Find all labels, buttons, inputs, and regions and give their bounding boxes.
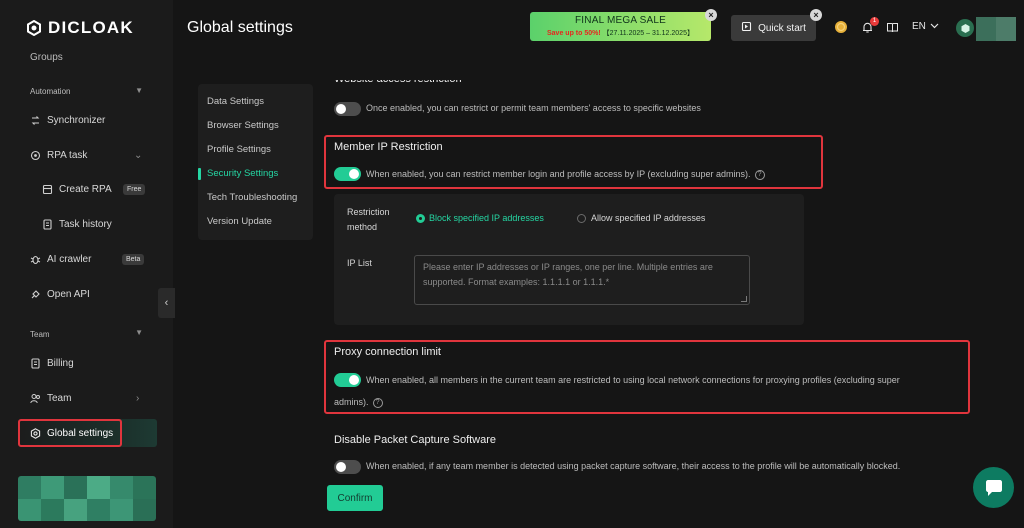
highlight-global-settings bbox=[18, 419, 122, 447]
quick-start-icon bbox=[741, 21, 752, 35]
coin-icon[interactable] bbox=[834, 20, 848, 34]
sidebar-item-label: Create RPA bbox=[59, 183, 112, 195]
sidebar: DICLOAK Groups Automation ▼ Synchronizer… bbox=[0, 0, 173, 528]
logo[interactable]: DICLOAK bbox=[26, 18, 134, 38]
website-restriction-toggle[interactable] bbox=[334, 102, 361, 116]
sidebar-item-team[interactable]: Team bbox=[30, 389, 71, 407]
nav-browser-settings[interactable]: Browser Settings bbox=[207, 120, 279, 131]
sale-title: FINAL MEGA SALE bbox=[575, 15, 666, 26]
collapse-sidebar-button[interactable]: ‹ bbox=[158, 288, 175, 318]
packet-capture-description: When enabled, if any team member is dete… bbox=[366, 461, 901, 471]
logo-icon bbox=[27, 20, 41, 36]
radio-block-ip-label[interactable]: Block specified IP addresses bbox=[429, 213, 544, 223]
collapse-team-icon[interactable]: ▼ bbox=[135, 328, 143, 337]
sidebar-item-label: Team bbox=[47, 392, 72, 404]
sidebar-item-label: Billing bbox=[47, 357, 74, 369]
sidebar-item-label: Open API bbox=[47, 288, 90, 300]
highlight-member-ip bbox=[324, 135, 823, 189]
settings-nav: Data Settings Browser Settings Profile S… bbox=[198, 84, 313, 240]
quick-start-label: Quick start bbox=[758, 22, 806, 34]
radio-allow-ip[interactable] bbox=[577, 214, 586, 223]
quick-start-button[interactable]: Quick start bbox=[731, 15, 816, 41]
free-badge: Free bbox=[123, 184, 146, 195]
restriction-method-label-line2: method bbox=[347, 222, 378, 232]
avatar[interactable] bbox=[956, 19, 974, 37]
beta-badge: Beta bbox=[122, 254, 145, 265]
rpa-icon bbox=[30, 150, 41, 161]
nav-security-settings[interactable]: Security Settings bbox=[207, 168, 278, 179]
confirm-button[interactable]: Confirm bbox=[327, 485, 383, 511]
highlight-proxy-limit bbox=[324, 340, 970, 414]
sidebar-item-groups[interactable]: Groups bbox=[30, 48, 63, 66]
ip-list-textarea[interactable]: Please enter IP addresses or IP ranges, … bbox=[414, 255, 750, 305]
packet-capture-title: Disable Packet Capture Software bbox=[334, 434, 497, 446]
sale-highlight: Save up to 50%! bbox=[547, 30, 601, 37]
sale-subtitle: Save up to 50%! 【27.11.2025 – 31.12.2025… bbox=[530, 28, 711, 38]
sidebar-item-open-api[interactable]: Open API bbox=[30, 285, 90, 303]
website-restriction-description: Once enabled, you can restrict or permit… bbox=[366, 103, 701, 113]
language-selector[interactable]: EN bbox=[912, 21, 939, 32]
sidebar-item-rpa-task[interactable]: RPA task bbox=[30, 146, 87, 164]
billing-icon bbox=[30, 357, 41, 369]
nav-tech-troubleshooting[interactable]: Tech Troubleshooting bbox=[207, 192, 297, 203]
promo-card[interactable] bbox=[18, 476, 156, 521]
sidebar-item-synchronizer[interactable]: Synchronizer bbox=[30, 111, 105, 129]
sidebar-item-label: Task history bbox=[59, 218, 112, 230]
account-name-blurred[interactable] bbox=[976, 17, 1016, 41]
close-sale-icon[interactable]: × bbox=[705, 9, 717, 21]
resize-handle-icon[interactable] bbox=[741, 296, 747, 302]
team-icon bbox=[30, 393, 41, 404]
brand-name: DICLOAK bbox=[48, 18, 134, 37]
close-quick-start-icon[interactable]: × bbox=[810, 9, 822, 21]
chevron-down-icon[interactable]: ⌄ bbox=[134, 150, 142, 161]
ip-restriction-panel: Restriction method Block specified IP ad… bbox=[334, 194, 804, 325]
section-automation: Automation bbox=[30, 87, 71, 96]
create-rpa-icon bbox=[42, 184, 53, 195]
section-team: Team bbox=[30, 330, 50, 339]
notification-badge: 1 bbox=[870, 17, 879, 26]
chevron-right-icon[interactable]: › bbox=[136, 393, 139, 404]
ip-list-label: IP List bbox=[347, 258, 372, 268]
radio-block-ip[interactable] bbox=[416, 214, 425, 223]
toggle-knob bbox=[336, 462, 346, 472]
active-nav-indicator bbox=[198, 168, 201, 180]
book-icon[interactable] bbox=[885, 20, 899, 34]
chat-button[interactable] bbox=[973, 467, 1014, 508]
sidebar-item-label: RPA task bbox=[47, 149, 88, 161]
sidebar-item-task-history[interactable]: Task history bbox=[42, 215, 112, 233]
nav-data-settings[interactable]: Data Settings bbox=[207, 96, 264, 107]
restriction-method-label-line1: Restriction bbox=[347, 207, 390, 217]
chat-icon bbox=[985, 479, 1002, 496]
sidebar-item-ai-crawler[interactable]: AI crawler bbox=[30, 250, 91, 268]
sidebar-item-label: AI crawler bbox=[47, 253, 92, 265]
sale-banner[interactable]: FINAL MEGA SALE Save up to 50%! 【27.11.2… bbox=[530, 12, 711, 41]
sidebar-item-label: Groups bbox=[30, 51, 63, 63]
collapse-automation-icon[interactable]: ▼ bbox=[135, 86, 143, 95]
sidebar-item-create-rpa[interactable]: Create RPA bbox=[42, 180, 112, 198]
sidebar-item-billing[interactable]: Billing bbox=[30, 354, 74, 372]
page-title: Global settings bbox=[187, 19, 293, 36]
ai-crawler-icon bbox=[30, 254, 41, 265]
radio-allow-ip-label[interactable]: Allow specified IP addresses bbox=[591, 213, 705, 223]
nav-version-update[interactable]: Version Update bbox=[207, 216, 272, 227]
restriction-method-label: Restriction method bbox=[347, 205, 390, 235]
sync-icon bbox=[30, 115, 41, 126]
sidebar-item-label: Synchronizer bbox=[47, 114, 106, 126]
toggle-knob bbox=[336, 104, 346, 114]
language-label: EN bbox=[912, 21, 926, 32]
sale-dates: 【27.11.2025 – 31.12.2025】 bbox=[602, 30, 694, 37]
open-api-icon bbox=[30, 289, 41, 300]
ip-list-placeholder-line1: Please enter IP addresses or IP ranges, … bbox=[423, 262, 713, 272]
chevron-down-icon bbox=[930, 21, 939, 32]
task-history-icon bbox=[42, 218, 53, 230]
website-restriction-title: Website access restriction bbox=[334, 73, 462, 85]
packet-capture-toggle[interactable] bbox=[334, 460, 361, 474]
nav-profile-settings[interactable]: Profile Settings bbox=[207, 144, 271, 155]
ip-list-placeholder-line2: supported. Format examples: 1.1.1.1 or 1… bbox=[423, 277, 610, 287]
